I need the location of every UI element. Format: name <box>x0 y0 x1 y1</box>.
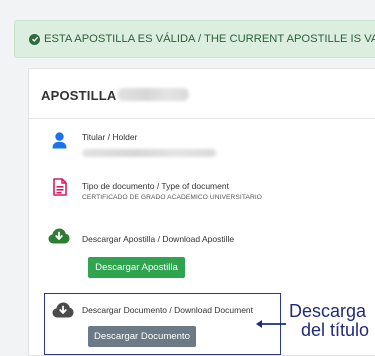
cloud-download-icon <box>48 228 70 249</box>
arrow-left-icon <box>255 317 287 335</box>
apostille-number-redacted <box>117 88 189 101</box>
document-icon <box>53 178 67 201</box>
check-circle-icon <box>29 33 40 45</box>
annotation-line-1: Descarga <box>289 301 367 321</box>
validity-alert: ESTA APOSTILLA ES VÁLIDA / THE CURRENT A… <box>14 20 375 58</box>
download-apostille-button[interactable]: Descargar Apostilla <box>88 257 185 278</box>
download-document-highlight-box <box>44 293 281 355</box>
holder-name-redacted <box>82 149 216 157</box>
holder-label: Titular / Holder <box>82 132 138 142</box>
card-title: APOSTILLA <box>41 88 117 103</box>
document-type-value: CERTIFICADO DE GRADO ACADEMICO UNIVERSIT… <box>82 194 263 201</box>
validity-alert-text: ESTA APOSTILLA ES VÁLIDA / THE CURRENT A… <box>44 33 375 45</box>
annotation-line-2: del título <box>301 320 370 340</box>
download-apostille-label: Descargar Apostilla / Download Apostille <box>82 234 235 244</box>
card-header: APOSTILLA <box>29 69 375 119</box>
document-type-label: Tipo de documento / Type of document <box>82 181 229 191</box>
user-icon <box>52 132 67 154</box>
